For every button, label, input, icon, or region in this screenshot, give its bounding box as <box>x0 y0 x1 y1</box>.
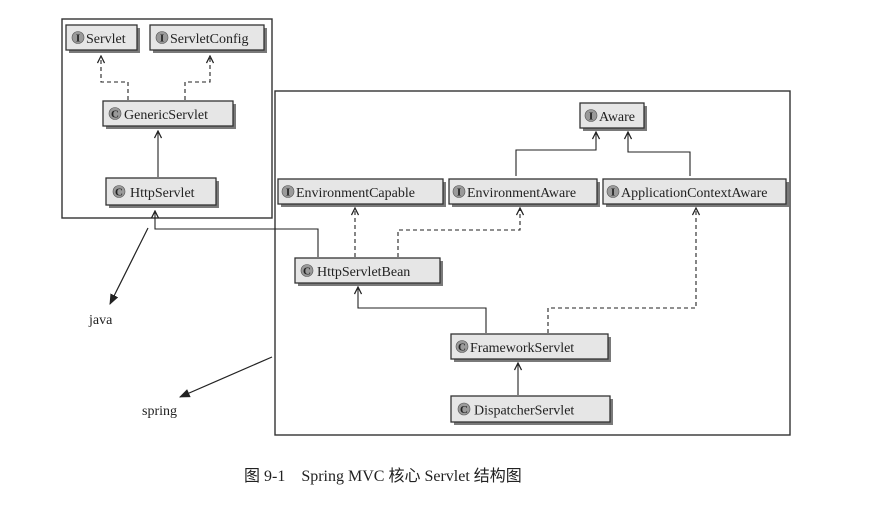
badge-letter: I <box>286 187 290 199</box>
badge-letter: I <box>457 187 461 199</box>
badge-letter: C <box>111 109 119 121</box>
node-label: HttpServlet <box>130 186 195 201</box>
badge-letter: I <box>76 33 80 45</box>
figure-caption: 图 9-1 Spring MVC 核心 Servlet 结构图 <box>244 467 522 485</box>
node-framework-servlet: C FrameworkServlet <box>450 333 611 362</box>
node-generic-servlet: C GenericServlet <box>102 100 236 129</box>
java-pointer-arrow <box>109 227 149 305</box>
node-label: FrameworkServlet <box>470 341 574 356</box>
node-label: EnvironmentAware <box>467 186 576 201</box>
spring-package-label: spring <box>142 404 177 419</box>
node-servlet: I Servlet <box>65 24 140 53</box>
node-http-servlet-bean: C HttpServletBean <box>294 257 443 286</box>
node-label: DispatcherServlet <box>474 404 574 419</box>
realization-framework-to-appctxaware <box>547 208 696 333</box>
node-http-servlet: C HttpServlet <box>105 177 219 208</box>
node-environment-aware: I EnvironmentAware <box>448 178 600 207</box>
node-servlet-config: I ServletConfig <box>149 24 267 53</box>
node-label: EnvironmentCapable <box>296 186 415 201</box>
inheritance-envaware-to-aware <box>515 132 596 176</box>
realization-bean-to-envaware <box>397 208 520 257</box>
java-package-label: java <box>88 313 113 328</box>
node-environment-capable: I EnvironmentCapable <box>277 178 446 207</box>
node-label: ApplicationContextAware <box>621 186 767 201</box>
inheritance-appctxaware-to-aware <box>628 132 691 176</box>
node-label: HttpServletBean <box>317 265 410 280</box>
badge-letter: C <box>303 266 311 278</box>
spring-pointer-arrow <box>179 356 273 398</box>
badge-letter: C <box>115 187 123 199</box>
badge-letter: C <box>458 342 466 354</box>
badge-letter: I <box>589 111 593 123</box>
node-dispatcher-servlet: C DispatcherServlet <box>450 395 613 425</box>
realization-generic-to-servletconfig <box>184 56 210 100</box>
badge-letter: C <box>460 404 468 416</box>
node-aware: I Aware <box>579 102 647 131</box>
class-diagram: java spring I Servlet I ServletConfig C … <box>61 18 791 485</box>
badge-letter: I <box>160 33 164 45</box>
node-application-context-aware: I ApplicationContextAware <box>602 178 789 207</box>
node-label: Servlet <box>86 32 126 47</box>
node-label: ServletConfig <box>170 32 249 47</box>
realization-generic-to-servlet <box>101 56 129 100</box>
badge-letter: I <box>611 187 615 199</box>
node-label: Aware <box>599 110 635 125</box>
node-label: GenericServlet <box>124 108 208 123</box>
inheritance-framework-to-bean <box>358 287 487 333</box>
